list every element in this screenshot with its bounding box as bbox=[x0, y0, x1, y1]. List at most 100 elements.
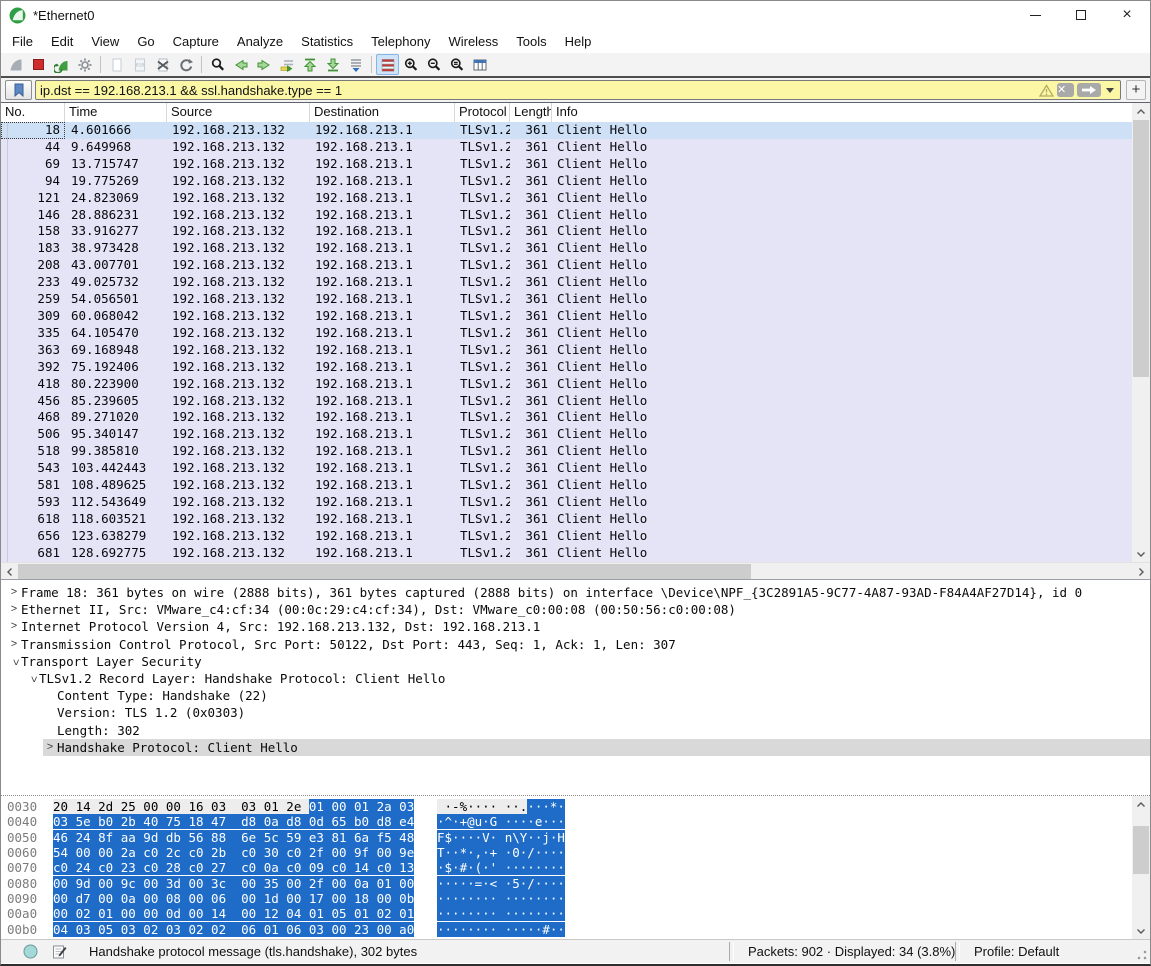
packet-list-hscrollbar[interactable] bbox=[1, 562, 1150, 579]
restart-capture-button[interactable] bbox=[50, 54, 73, 75]
packet-row[interactable]: 36369.168948192.168.213.132192.168.213.1… bbox=[1, 342, 1134, 359]
go-back-button[interactable] bbox=[229, 54, 252, 75]
ascii-bytes[interactable]: F$····V· n\Y··j·H bbox=[437, 830, 565, 845]
open-file-button[interactable] bbox=[105, 54, 128, 75]
column-header-no[interactable]: No. bbox=[1, 103, 65, 122]
ascii-bytes[interactable]: ········ ·····#·· bbox=[437, 922, 565, 937]
colorize-packets-button[interactable] bbox=[376, 54, 399, 75]
filter-bookmark-button[interactable] bbox=[5, 80, 32, 100]
detail-line[interactable]: >Ethernet II, Src: VMware_c4:cf:34 (00:0… bbox=[1, 601, 1150, 618]
ascii-bytes[interactable]: ·$·#·(·' ········ bbox=[437, 860, 565, 875]
packet-row[interactable]: 41880.223900192.168.213.132192.168.213.1… bbox=[1, 376, 1134, 393]
detail-line[interactable]: >Handshake Protocol: Client Hello bbox=[1, 739, 1150, 756]
zoom-reset-button[interactable] bbox=[445, 54, 468, 75]
hex-bytes[interactable]: 00 d7 00 0a 00 08 00 06 00 1d 00 17 00 1… bbox=[53, 891, 425, 906]
packet-row[interactable]: 593112.543649192.168.213.132192.168.213.… bbox=[1, 494, 1134, 511]
go-last-packet-button[interactable] bbox=[321, 54, 344, 75]
menu-item-analyze[interactable]: Analyze bbox=[228, 31, 292, 52]
packet-row[interactable]: 50695.340147192.168.213.132192.168.213.1… bbox=[1, 426, 1134, 443]
auto-scroll-button[interactable] bbox=[344, 54, 367, 75]
packet-row[interactable]: 6913.715747192.168.213.132192.168.213.1T… bbox=[1, 156, 1134, 173]
packet-row[interactable]: 543103.442443192.168.213.132192.168.213.… bbox=[1, 460, 1134, 477]
display-filter-input[interactable] bbox=[40, 83, 1036, 98]
ascii-bytes[interactable]: ·-%···· ··.···*· bbox=[437, 799, 565, 814]
hex-bytes[interactable]: 00 02 01 00 00 0d 00 14 00 12 04 01 05 0… bbox=[53, 906, 425, 921]
packet-row[interactable]: 15833.916277192.168.213.132192.168.213.1… bbox=[1, 223, 1134, 240]
close-button[interactable]: × bbox=[1104, 1, 1150, 29]
scroll-down-icon[interactable] bbox=[1132, 923, 1150, 939]
bytes-pane-scrollbar[interactable] bbox=[1132, 796, 1150, 939]
packet-row[interactable]: 184.601666192.168.213.132192.168.213.1TL… bbox=[1, 122, 1134, 139]
hex-bytes[interactable]: 46 24 8f aa 9d db 56 88 6e 5c 59 e3 81 6… bbox=[53, 830, 425, 845]
column-header-destination[interactable]: Destination bbox=[310, 103, 455, 122]
packet-list-scrollbar[interactable] bbox=[1132, 103, 1150, 562]
hex-row[interactable]: 008000 9d 00 9c 00 3d 00 3c 00 35 00 2f … bbox=[7, 876, 1150, 891]
menu-item-telephony[interactable]: Telephony bbox=[362, 31, 439, 52]
zoom-in-button[interactable] bbox=[399, 54, 422, 75]
scrollbar-thumb[interactable] bbox=[1133, 120, 1149, 377]
filter-clear-button[interactable]: ✕ bbox=[1057, 83, 1074, 97]
menu-item-wireless[interactable]: Wireless bbox=[439, 31, 507, 52]
hex-row[interactable]: 006054 00 00 2a c0 2c c0 2b c0 30 c0 2f … bbox=[7, 845, 1150, 860]
menu-item-help[interactable]: Help bbox=[556, 31, 601, 52]
column-header-time[interactable]: Time bbox=[65, 103, 167, 122]
hex-bytes[interactable]: 03 5e b0 2b 40 75 18 47 d8 0a d8 0d 65 b… bbox=[53, 814, 425, 829]
packet-row[interactable]: 33564.105470192.168.213.132192.168.213.1… bbox=[1, 325, 1134, 342]
packet-row[interactable]: 23349.025732192.168.213.132192.168.213.1… bbox=[1, 274, 1134, 291]
packet-row[interactable]: 14628.886231192.168.213.132192.168.213.1… bbox=[1, 207, 1134, 224]
detail-line[interactable]: >Frame 18: 361 bytes on wire (2888 bits)… bbox=[1, 584, 1150, 601]
packet-row[interactable]: 656123.638279192.168.213.132192.168.213.… bbox=[1, 528, 1134, 545]
menu-item-statistics[interactable]: Statistics bbox=[292, 31, 362, 52]
packet-row[interactable]: 46889.271020192.168.213.132192.168.213.1… bbox=[1, 409, 1134, 426]
hex-bytes[interactable]: 54 00 00 2a c0 2c c0 2b c0 30 c0 2f 00 9… bbox=[53, 845, 425, 860]
maximize-button[interactable] bbox=[1058, 1, 1104, 29]
stop-capture-button[interactable] bbox=[27, 54, 50, 75]
menu-item-edit[interactable]: Edit bbox=[42, 31, 82, 52]
scroll-up-icon[interactable] bbox=[1132, 103, 1150, 119]
menu-item-go[interactable]: Go bbox=[128, 31, 163, 52]
hex-row[interactable]: 00a000 02 01 00 00 0d 00 14 00 12 04 01 … bbox=[7, 906, 1150, 921]
hscrollbar-thumb[interactable] bbox=[18, 564, 751, 579]
scroll-right-icon[interactable] bbox=[1133, 563, 1150, 580]
capture-comment-button[interactable] bbox=[52, 944, 67, 959]
hex-bytes[interactable]: c0 24 c0 23 c0 28 c0 27 c0 0a c0 09 c0 1… bbox=[53, 860, 425, 875]
hex-bytes[interactable]: 04 03 05 03 02 03 02 02 06 01 06 03 00 2… bbox=[53, 922, 425, 937]
resize-grip[interactable] bbox=[1136, 949, 1148, 961]
packet-row[interactable]: 30960.068042192.168.213.132192.168.213.1… bbox=[1, 308, 1134, 325]
expander-icon[interactable]: > bbox=[6, 655, 23, 669]
menu-item-file[interactable]: File bbox=[3, 31, 42, 52]
detail-line[interactable]: >Transport Layer Security bbox=[1, 653, 1150, 670]
column-header-length[interactable]: Length bbox=[510, 103, 552, 122]
capture-options-button[interactable] bbox=[73, 54, 96, 75]
scroll-left-icon[interactable] bbox=[1, 563, 18, 580]
hex-bytes[interactable]: 20 14 2d 25 00 00 16 03 03 01 2e 01 00 0… bbox=[53, 799, 425, 814]
packet-row[interactable]: 449.649968192.168.213.132192.168.213.1TL… bbox=[1, 139, 1134, 156]
ascii-bytes[interactable]: ·····=·< ·5·/···· bbox=[437, 876, 565, 891]
packet-row[interactable]: 618118.603521192.168.213.132192.168.213.… bbox=[1, 511, 1134, 528]
go-forward-button[interactable] bbox=[252, 54, 275, 75]
packet-row[interactable]: 12124.823069192.168.213.132192.168.213.1… bbox=[1, 190, 1134, 207]
expander-icon[interactable]: > bbox=[43, 739, 57, 756]
minimize-button[interactable] bbox=[1012, 1, 1058, 29]
display-filter-field[interactable]: ✕ bbox=[35, 80, 1121, 100]
reload-file-button[interactable] bbox=[174, 54, 197, 75]
expert-info-button[interactable] bbox=[23, 944, 38, 959]
scrollbar-thumb[interactable] bbox=[1133, 826, 1149, 874]
hex-row[interactable]: 003020 14 2d 25 00 00 16 03 03 01 2e 01 … bbox=[7, 799, 1150, 814]
expander-icon[interactable]: > bbox=[7, 618, 21, 635]
add-filter-button[interactable]: + bbox=[1126, 80, 1146, 100]
hex-row[interactable]: 009000 d7 00 0a 00 08 00 06 00 1d 00 17 … bbox=[7, 891, 1150, 906]
packet-row[interactable]: 18338.973428192.168.213.132192.168.213.1… bbox=[1, 240, 1134, 257]
ascii-bytes[interactable]: ········ ········ bbox=[437, 906, 565, 921]
menu-item-view[interactable]: View bbox=[82, 31, 128, 52]
menu-item-capture[interactable]: Capture bbox=[164, 31, 228, 52]
packet-row[interactable]: 9419.775269192.168.213.132192.168.213.1T… bbox=[1, 173, 1134, 190]
start-capture-button[interactable] bbox=[4, 54, 27, 75]
hex-row[interactable]: 004003 5e b0 2b 40 75 18 47 d8 0a d8 0d … bbox=[7, 814, 1150, 829]
zoom-out-button[interactable] bbox=[422, 54, 445, 75]
expander-icon[interactable]: > bbox=[7, 584, 21, 601]
packet-row[interactable]: 581108.489625192.168.213.132192.168.213.… bbox=[1, 477, 1134, 494]
expander-icon[interactable]: > bbox=[24, 672, 41, 686]
go-to-packet-button[interactable] bbox=[275, 54, 298, 75]
detail-line[interactable]: >Transmission Control Protocol, Src Port… bbox=[1, 636, 1150, 653]
